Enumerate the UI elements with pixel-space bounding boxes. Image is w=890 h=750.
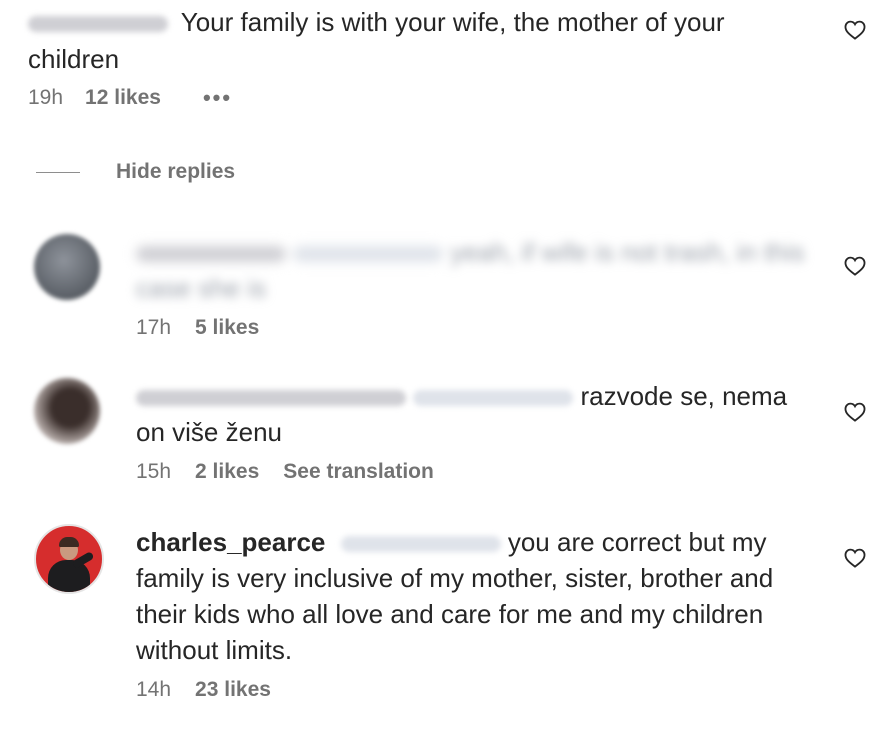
reply-text-wrapper: yeah, if wife is not trash, in this case…	[136, 234, 816, 306]
hide-replies-label: Hide replies	[116, 160, 236, 183]
see-translation-link[interactable]: See translation	[283, 460, 434, 484]
reply-meta: 14h 23 likes	[136, 678, 816, 702]
reply-time: 15h	[136, 460, 172, 483]
parent-comment: Your family is with your wife, the mothe…	[28, 4, 818, 110]
reply-body: razvode se, nema on više ženu 15h 2 like…	[136, 378, 816, 484]
blurred-username	[28, 16, 168, 33]
reply-meta: 17h 5 likes	[136, 316, 816, 340]
parent-comment-time: 19h	[28, 86, 64, 109]
reply-text-wrapper: charles_pearce you are correct but my fa…	[136, 524, 816, 668]
parent-comment-likes[interactable]: 12 likes	[85, 86, 161, 110]
reply-likes[interactable]: 5 likes	[195, 316, 259, 340]
avatar[interactable]	[34, 378, 100, 444]
parent-comment-text-wrapper: Your family is with your wife, the mothe…	[28, 4, 818, 78]
blurred-username	[136, 390, 406, 407]
more-horizontal-icon[interactable]: •••	[203, 87, 232, 109]
blurred-username	[136, 246, 286, 263]
avatar-figure-body	[48, 560, 90, 592]
reply-likes[interactable]: 2 likes	[195, 460, 259, 484]
comment-thread: Your family is with your wife, the mothe…	[0, 0, 890, 750]
avatar-figure-hair	[59, 537, 79, 547]
blurred-mention	[293, 246, 444, 263]
heart-outline-icon[interactable]	[844, 402, 866, 422]
reply-text-wrapper: razvode se, nema on više ženu	[136, 378, 816, 450]
reply-time: 14h	[136, 678, 172, 701]
heart-outline-icon[interactable]	[844, 256, 866, 276]
hide-replies-button[interactable]: Hide replies	[36, 160, 235, 184]
parent-comment-meta: 19h 12 likes •••	[28, 86, 818, 110]
reply-username[interactable]: charles_pearce	[136, 527, 325, 557]
avatar[interactable]	[34, 234, 100, 300]
divider-line	[36, 171, 80, 173]
blurred-mention	[413, 390, 574, 407]
heart-outline-icon[interactable]	[844, 548, 866, 568]
reply-likes[interactable]: 23 likes	[195, 678, 271, 702]
reply-body: yeah, if wife is not trash, in this case…	[136, 234, 816, 340]
reply-time: 17h	[136, 316, 172, 339]
reply-meta: 15h 2 likes See translation	[136, 460, 816, 484]
blurred-mention	[340, 536, 501, 553]
reply-body: charles_pearce you are correct but my fa…	[136, 524, 816, 702]
avatar[interactable]	[34, 524, 104, 594]
heart-outline-icon[interactable]	[844, 20, 866, 40]
